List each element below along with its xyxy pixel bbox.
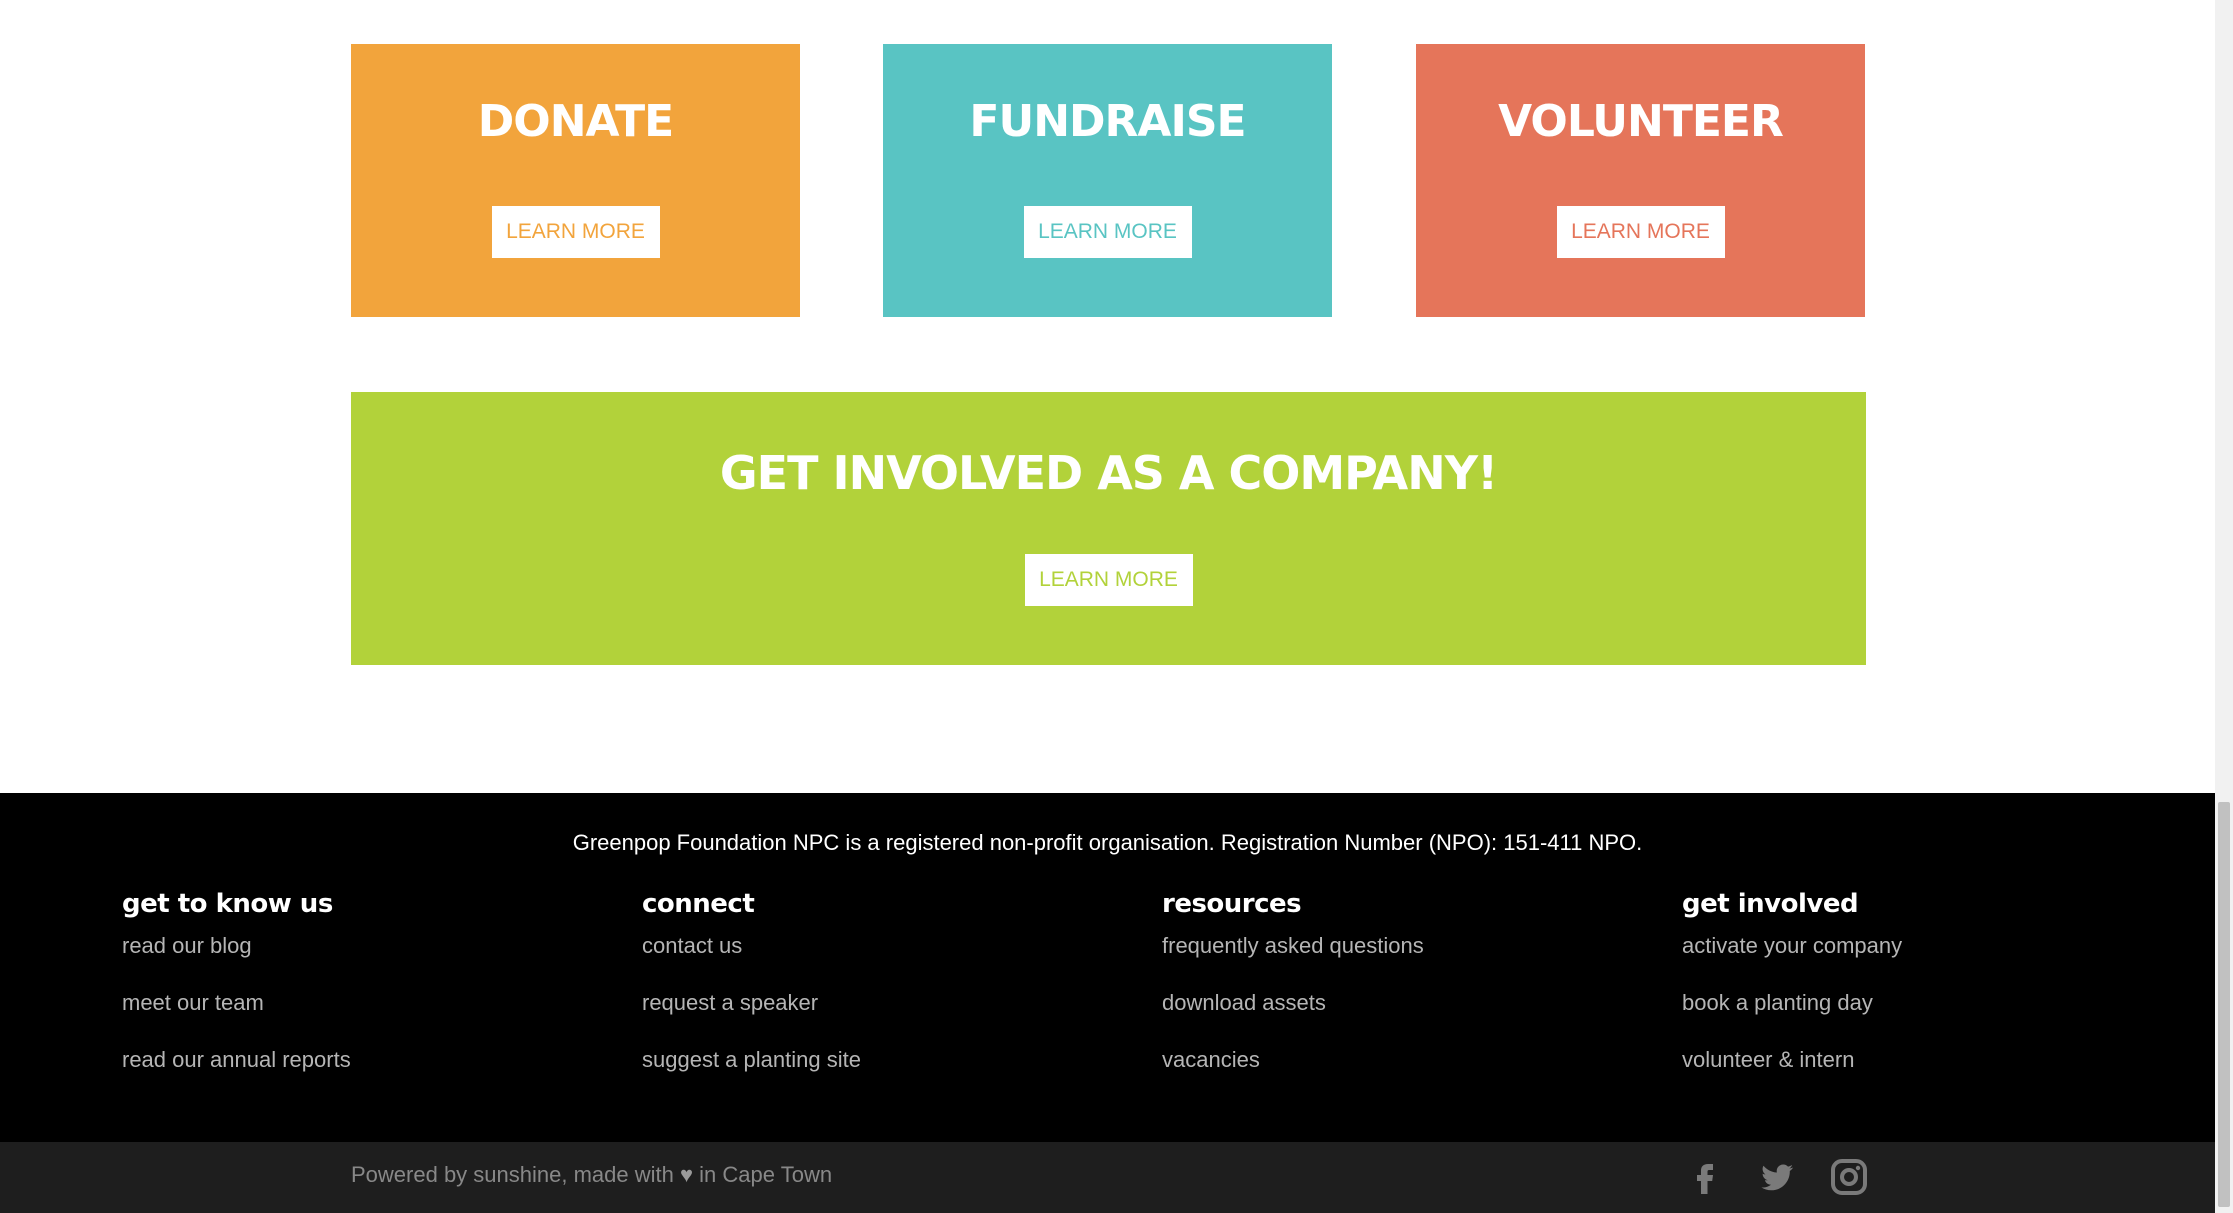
heart-icon: ♥ xyxy=(679,1162,694,1187)
footer-link-faq[interactable]: frequently asked questions xyxy=(1162,933,1424,958)
volunteer-learn-more-button[interactable]: LEARN MORE xyxy=(1556,206,1725,258)
footer-heading: connect xyxy=(642,889,755,919)
company-learn-more-button[interactable]: LEARN MORE xyxy=(1024,554,1193,606)
registration-notice: Greenpop Foundation NPC is a registered … xyxy=(572,830,1643,855)
footer-column-resources: resources frequently asked questions dow… xyxy=(1162,889,1424,1104)
footer-link-activate-company[interactable]: activate your company xyxy=(1682,933,1902,958)
footer-link-download-assets[interactable]: download assets xyxy=(1162,990,1326,1015)
footer-link-team[interactable]: meet our team xyxy=(122,990,264,1015)
footer-column-get-to-know-us: get to know us read our blog meet our te… xyxy=(122,889,351,1104)
fundraise-learn-more-button[interactable]: LEARN MORE xyxy=(1023,206,1192,258)
fundraise-card: FUNDRAISE LEARN MORE xyxy=(883,44,1332,317)
credits-text-after: in Cape Town xyxy=(699,1162,833,1187)
footer-heading: get to know us xyxy=(122,889,333,919)
social-links xyxy=(1686,1158,1868,1196)
facebook-icon[interactable] xyxy=(1686,1158,1724,1196)
footer-link-annual-reports[interactable]: read our annual reports xyxy=(122,1047,351,1072)
scrollbar-thumb[interactable] xyxy=(2218,802,2230,1207)
footer-link-contact[interactable]: contact us xyxy=(642,933,742,958)
content-area: DONATE LEARN MORE FUNDRAISE LEARN MORE V… xyxy=(0,0,2215,793)
footer-link-speaker[interactable]: request a speaker xyxy=(642,990,818,1015)
footer-link-volunteer-intern[interactable]: volunteer & intern xyxy=(1682,1047,1854,1072)
donate-title: DONATE xyxy=(477,96,674,147)
footer-link-blog[interactable]: read our blog xyxy=(122,933,252,958)
company-banner-title: GET INVOLVED AS A COMPANY! xyxy=(719,446,1498,500)
volunteer-title: VOLUNTEER xyxy=(1498,96,1784,147)
bottom-bar: Powered by sunshine, made with ♥ in Cape… xyxy=(0,1142,2215,1213)
page-scrollbar[interactable] xyxy=(2215,0,2233,1213)
donate-learn-more-button[interactable]: LEARN MORE xyxy=(491,206,660,258)
company-banner: GET INVOLVED AS A COMPANY! LEARN MORE xyxy=(351,392,1866,665)
footer-column-get-involved: get involved activate your company book … xyxy=(1682,889,1902,1104)
credits-text-before: Powered by sunshine, made with xyxy=(351,1162,674,1187)
footer-column-connect: connect contact us request a speaker sug… xyxy=(642,889,861,1104)
volunteer-card: VOLUNTEER LEARN MORE xyxy=(1416,44,1865,317)
page: DONATE LEARN MORE FUNDRAISE LEARN MORE V… xyxy=(0,0,2233,1213)
footer-link-planting-site[interactable]: suggest a planting site xyxy=(642,1047,861,1072)
donate-card: DONATE LEARN MORE xyxy=(351,44,800,317)
footer-heading: get involved xyxy=(1682,889,1859,919)
footer-link-planting-day[interactable]: book a planting day xyxy=(1682,990,1873,1015)
credits: Powered by sunshine, made with ♥ in Cape… xyxy=(351,1162,832,1188)
footer-heading: resources xyxy=(1162,889,1302,919)
instagram-icon[interactable] xyxy=(1830,1158,1868,1196)
footer-link-vacancies[interactable]: vacancies xyxy=(1162,1047,1260,1072)
twitter-icon[interactable] xyxy=(1758,1158,1796,1196)
footer: Greenpop Foundation NPC is a registered … xyxy=(0,793,2215,1142)
fundraise-title: FUNDRAISE xyxy=(969,96,1246,147)
